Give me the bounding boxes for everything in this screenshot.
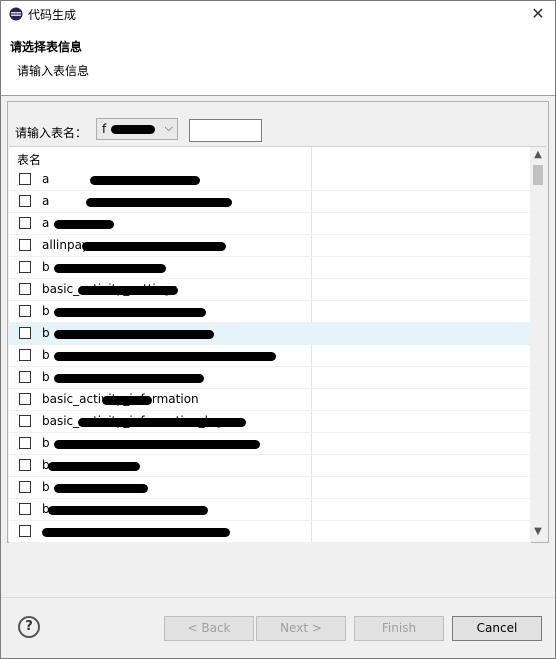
table-name-cell: b bbox=[42, 260, 50, 274]
redaction-mark bbox=[86, 198, 232, 207]
cancel-button[interactable]: Cancel bbox=[452, 616, 542, 641]
wizard-content: 请输入表名： f ⌵ 表名 aaaallinpaybbasic_activity… bbox=[7, 101, 549, 543]
table-name-cell: b bbox=[42, 436, 50, 450]
redaction-mark bbox=[82, 242, 226, 251]
table-row[interactable]: b bbox=[9, 257, 531, 279]
table-name-cell: b bbox=[42, 480, 50, 494]
redaction-mark bbox=[48, 506, 208, 515]
redaction-mark bbox=[102, 396, 152, 405]
row-checkbox[interactable] bbox=[19, 437, 31, 449]
table-row[interactable]: a bbox=[9, 169, 531, 191]
table-row[interactable]: basic_activity_information_log bbox=[9, 411, 531, 433]
redaction-mark bbox=[48, 462, 140, 471]
table-rows: aaaallinpaybbasic_activity_settingsbbbbb… bbox=[9, 169, 531, 543]
table-row[interactable]: b bbox=[9, 323, 531, 345]
vertical-scrollbar[interactable]: ▲ ▼ bbox=[530, 147, 546, 542]
next-button[interactable]: Next > bbox=[256, 616, 346, 641]
code-generation-dialog: 代码生成 ✕ 请选择表信息 请输入表信息 请输入表名： f ⌵ 表名 a a a al… bbox=[0, 0, 556, 659]
table-row[interactable]: a bbox=[9, 191, 531, 213]
redaction-mark bbox=[54, 308, 206, 317]
row-checkbox[interactable] bbox=[19, 371, 31, 383]
row-checkbox[interactable] bbox=[19, 481, 31, 493]
wizard-page-description: 请输入表信息 bbox=[17, 64, 90, 78]
row-checkbox[interactable] bbox=[19, 195, 31, 207]
table-row[interactable]: b bbox=[9, 433, 531, 455]
redaction-mark bbox=[54, 220, 114, 229]
table-row[interactable]: basic_activity_settings bbox=[9, 279, 531, 301]
row-checkbox[interactable] bbox=[19, 239, 31, 251]
table-name-cell: a bbox=[42, 216, 50, 230]
footer-separator bbox=[1, 597, 555, 598]
table-row[interactable]: basic_activity_information bbox=[9, 389, 531, 411]
table-list: 表名 aaaallinpaybbasic_activity_settingsbb… bbox=[9, 146, 546, 543]
table-row[interactable]: a bbox=[9, 213, 531, 235]
eclipse-app-icon bbox=[9, 7, 23, 21]
finish-button[interactable]: Finish bbox=[354, 616, 444, 641]
redaction-mark bbox=[122, 286, 178, 295]
redaction-mark bbox=[54, 264, 166, 273]
table-name-cell: a bbox=[42, 194, 50, 208]
table-name-cell: b bbox=[42, 348, 50, 362]
chevron-down-icon: ⌵ bbox=[164, 121, 173, 134]
row-checkbox[interactable] bbox=[19, 459, 31, 471]
scroll-up-icon[interactable]: ▲ bbox=[530, 149, 546, 163]
table-filter-input[interactable] bbox=[189, 119, 262, 142]
row-checkbox[interactable] bbox=[19, 349, 31, 361]
row-checkbox[interactable] bbox=[19, 327, 31, 339]
row-checkbox[interactable] bbox=[19, 525, 31, 537]
scroll-thumb[interactable] bbox=[533, 165, 543, 185]
close-button[interactable]: ✕ bbox=[521, 1, 555, 27]
table-name-cell: b bbox=[42, 326, 50, 340]
combo-value: f bbox=[102, 122, 107, 136]
back-button[interactable]: < Back bbox=[164, 616, 254, 641]
table-name-cell: a bbox=[42, 172, 50, 186]
redaction-mark bbox=[54, 352, 276, 361]
redaction-mark bbox=[54, 440, 260, 449]
column-header-label: 表名 bbox=[17, 153, 42, 167]
table-row[interactable]: b bbox=[9, 455, 531, 477]
table-row[interactable]: b bbox=[9, 301, 531, 323]
table-row[interactable]: b bbox=[9, 499, 531, 521]
redaction-mark bbox=[54, 484, 148, 493]
table-prefix-combo[interactable]: f ⌵ bbox=[96, 118, 178, 140]
table-row[interactable]: allinpay bbox=[9, 235, 531, 257]
table-row[interactable]: b bbox=[9, 477, 531, 499]
redaction-mark bbox=[78, 418, 246, 427]
table-name-label: 请输入表名： bbox=[15, 126, 88, 140]
row-checkbox[interactable] bbox=[19, 261, 31, 273]
redaction-mark bbox=[42, 528, 230, 537]
row-checkbox[interactable] bbox=[19, 283, 31, 295]
help-icon[interactable]: ? bbox=[18, 616, 40, 638]
redaction-mark bbox=[90, 176, 200, 185]
table-name-cell: b bbox=[42, 304, 50, 318]
scroll-down-icon[interactable]: ▼ bbox=[530, 526, 546, 540]
table-row[interactable] bbox=[9, 521, 531, 543]
table-row[interactable]: b bbox=[9, 345, 531, 367]
title-bar: 代码生成 ✕ bbox=[1, 1, 555, 27]
row-checkbox[interactable] bbox=[19, 217, 31, 229]
window-title: 代码生成 bbox=[28, 8, 77, 22]
wizard-header: 请选择表信息 请输入表信息 bbox=[1, 27, 555, 96]
redaction-mark bbox=[111, 125, 155, 134]
row-checkbox[interactable] bbox=[19, 173, 31, 185]
row-checkbox[interactable] bbox=[19, 305, 31, 317]
table-row[interactable]: b bbox=[9, 367, 531, 389]
row-checkbox[interactable] bbox=[19, 503, 31, 515]
row-checkbox[interactable] bbox=[19, 415, 31, 427]
redaction-mark bbox=[54, 374, 204, 383]
row-checkbox[interactable] bbox=[19, 393, 31, 405]
redaction-mark bbox=[54, 330, 214, 339]
column-header: 表名 bbox=[9, 147, 531, 169]
table-name-cell: b bbox=[42, 370, 50, 384]
wizard-page-title: 请选择表信息 bbox=[10, 40, 83, 54]
